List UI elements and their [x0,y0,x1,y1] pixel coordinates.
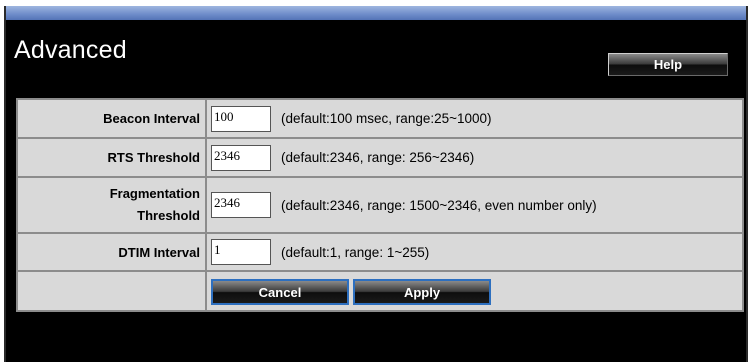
page-header: Advanced Help [6,20,746,92]
fragmentation-threshold-hint: (default:2346, range: 1500~2346, even nu… [281,197,597,213]
beacon-interval-cell: 100 (default:100 msec, range:25~1000) [205,98,744,139]
top-gradient-bar [6,6,746,20]
dtim-interval-row: DTIM Interval 1 (default:1, range: 1~255… [16,232,744,272]
action-row: Cancel Apply [16,270,744,312]
fragmentation-threshold-input[interactable]: 2346 [211,192,271,218]
help-button[interactable]: Help [608,53,728,76]
rts-threshold-hint: (default:2346, range: 256~2346) [281,150,475,165]
fragmentation-label-line1: Fragmentation [109,186,200,201]
dtim-interval-input[interactable]: 1 [211,239,271,265]
rts-threshold-label: RTS Threshold [16,137,207,178]
page-title: Advanced [14,36,127,64]
beacon-interval-input[interactable]: 100 [211,105,271,132]
advanced-settings-table: Beacon Interval 100 (default:100 msec, r… [16,98,744,312]
fragmentation-threshold-cell: 2346 (default:2346, range: 1500~2346, ev… [205,176,744,234]
rts-threshold-cell: 2346 (default:2346, range: 256~2346) [205,137,744,178]
action-buttons-cell: Cancel Apply [205,270,744,312]
fragmentation-threshold-row: Fragmentation Threshold 2346 (default:23… [16,176,744,234]
dtim-interval-cell: 1 (default:1, range: 1~255) [205,232,744,272]
router-admin-panel: Advanced Help Beacon Interval 100 (defau… [4,6,748,362]
action-row-spacer [16,270,207,312]
fragmentation-label-line2: Threshold [137,208,200,223]
beacon-interval-hint: (default:100 msec, range:25~1000) [281,111,492,126]
cancel-button[interactable]: Cancel [211,279,349,305]
dtim-interval-label: DTIM Interval [16,232,207,272]
rts-threshold-row: RTS Threshold 2346 (default:2346, range:… [16,137,744,178]
rts-threshold-input[interactable]: 2346 [211,144,271,171]
dtim-interval-hint: (default:1, range: 1~255) [281,244,430,260]
apply-button[interactable]: Apply [353,279,491,305]
beacon-interval-row: Beacon Interval 100 (default:100 msec, r… [16,98,744,139]
beacon-interval-label: Beacon Interval [16,98,207,139]
fragmentation-threshold-label: Fragmentation Threshold [16,176,207,234]
